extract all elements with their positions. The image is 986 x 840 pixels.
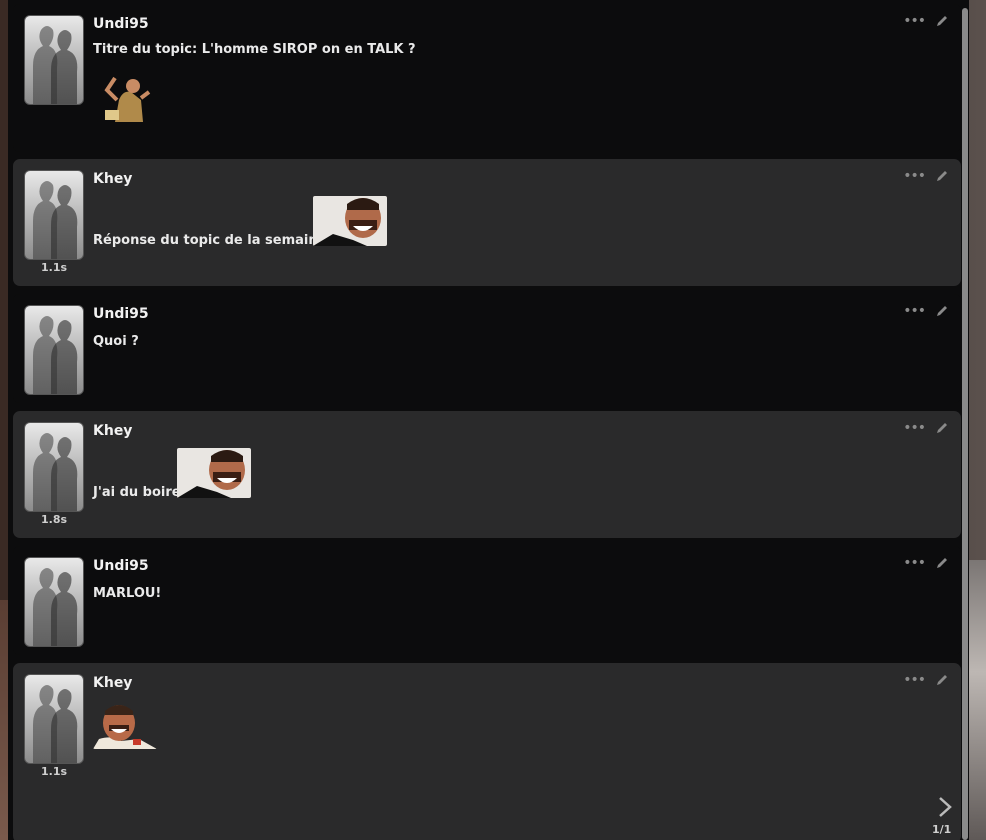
- avatar[interactable]: [24, 422, 84, 512]
- avatar[interactable]: [24, 305, 84, 395]
- avatar[interactable]: [24, 15, 84, 105]
- message-actions: •••: [903, 421, 949, 435]
- scrollbar[interactable]: [962, 8, 968, 840]
- message-username: Undi95: [93, 16, 149, 32]
- message-actions: •••: [903, 556, 949, 570]
- pencil-icon[interactable]: [935, 14, 949, 28]
- avatar[interactable]: [24, 557, 84, 647]
- pencil-icon[interactable]: [935, 421, 949, 435]
- laughing-man-sticker: [177, 448, 251, 498]
- message-actions: •••: [903, 304, 949, 318]
- message-text: Quoi ?: [93, 334, 139, 349]
- message-actions: •••: [903, 14, 949, 28]
- ellipsis-icon[interactable]: •••: [903, 673, 926, 687]
- chevron-right-icon[interactable]: [936, 796, 954, 818]
- pencil-icon[interactable]: [935, 304, 949, 318]
- message-username: Khey: [93, 423, 133, 439]
- message-item: Undi95 Titre du topic: L'homme SIROP on …: [13, 4, 961, 152]
- message-username: Undi95: [93, 306, 149, 322]
- pencil-icon[interactable]: [935, 673, 949, 687]
- message-text: Réponse du topic de la semaine: [93, 233, 327, 248]
- background-right: [966, 560, 986, 840]
- message-item: Khey Réponse du topic de la semaine 1.1s…: [13, 159, 961, 286]
- ellipsis-icon[interactable]: •••: [903, 169, 926, 183]
- message-text: Titre du topic: L'homme SIROP on en TALK…: [93, 42, 416, 57]
- message-item: Undi95 Quoi ? •••: [13, 294, 961, 403]
- message-item: Undi95 MARLOU! •••: [13, 546, 961, 655]
- avatar[interactable]: [24, 674, 84, 764]
- pencil-icon[interactable]: [935, 169, 949, 183]
- message-time: 1.1s: [41, 765, 68, 778]
- message-username: Khey: [93, 171, 133, 187]
- message-username: Undi95: [93, 558, 149, 574]
- message-item: Khey J'ai du boire 1.8s •••: [13, 411, 961, 538]
- message-username: Khey: [93, 675, 133, 691]
- chat-panel: Undi95 Titre du topic: L'homme SIROP on …: [8, 0, 969, 840]
- ellipsis-icon[interactable]: •••: [903, 421, 926, 435]
- ellipsis-icon[interactable]: •••: [903, 14, 926, 28]
- ellipsis-icon[interactable]: •••: [903, 304, 926, 318]
- dancing-man-sticker: [97, 70, 157, 122]
- message-actions: •••: [903, 169, 949, 183]
- pencil-icon[interactable]: [935, 556, 949, 570]
- ellipsis-icon[interactable]: •••: [903, 556, 926, 570]
- message-text: MARLOU!: [93, 586, 162, 601]
- message-item: Khey 1.1s •••: [13, 663, 961, 840]
- message-actions: •••: [903, 673, 949, 687]
- laughing-man-sticker: [93, 699, 157, 749]
- message-time: 1.8s: [41, 513, 68, 526]
- avatar[interactable]: [24, 170, 84, 260]
- message-time: 1.1s: [41, 261, 68, 274]
- pagination-label: 1/1: [932, 823, 952, 836]
- laughing-man-sticker: [313, 196, 387, 246]
- message-text: J'ai du boire: [93, 485, 181, 500]
